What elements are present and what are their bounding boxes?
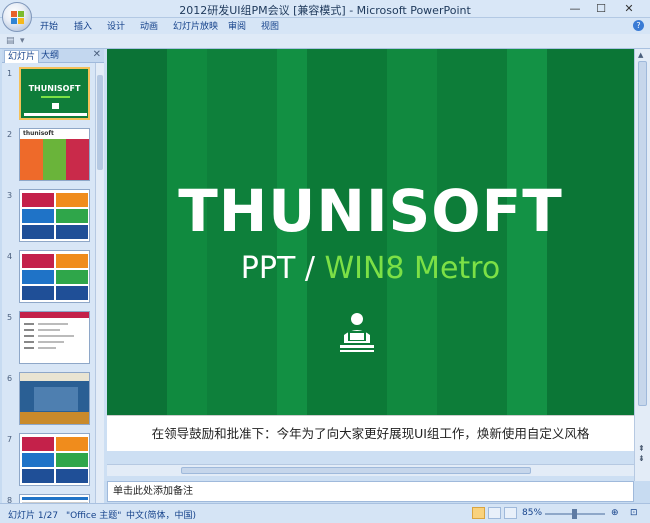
slide-counter: 幻灯片 1/27 — [8, 511, 59, 521]
subtitle-left: PPT / — [240, 251, 315, 286]
bg-stripe — [277, 49, 307, 451]
editor-horizontal-scrollbar[interactable] — [107, 464, 634, 476]
slide-number: 5 — [7, 313, 13, 322]
slide-subtitle: PPT / WIN8 Metro — [107, 251, 634, 286]
fit-window-icon[interactable]: ⊡ — [630, 508, 638, 518]
subtitle-accent: WIN8 Metro — [324, 251, 501, 286]
slide-sorter-button[interactable] — [488, 507, 501, 519]
bg-stripe — [387, 49, 437, 451]
bg-stripe — [507, 49, 547, 451]
tab-outline[interactable]: 大纲 — [38, 50, 62, 63]
slide-thumbnail[interactable] — [19, 311, 90, 364]
tab-design[interactable]: 设计 — [107, 19, 125, 32]
customize-arrow-icon[interactable]: ▾ — [20, 36, 30, 46]
slide-thumbnail[interactable] — [19, 250, 90, 303]
tab-animation[interactable]: 动画 — [140, 19, 158, 32]
slide-editor: THUNISOFT PPT / WIN8 Metro 在领导鼓励和批准下：今年为… — [104, 49, 650, 481]
thumbnail-list: 1 THUNISOFT 2 thunisoft 3 4 5 6 7 8 — [2, 63, 94, 503]
slide-number: 8 — [7, 496, 13, 503]
bg-stripe — [107, 49, 167, 451]
help-icon[interactable]: ? — [633, 20, 644, 31]
folder-icon[interactable]: ▤ — [6, 36, 16, 46]
slide-thumbnail[interactable]: thunisoft — [19, 128, 90, 181]
theme-name: "Office 主题" — [66, 511, 122, 521]
scrollbar-thumb[interactable] — [97, 75, 103, 170]
red-block — [66, 139, 89, 180]
slide-thumbnail[interactable]: THUNISOFT — [19, 67, 90, 120]
thumbnail-scrollbar[interactable] — [95, 63, 104, 503]
slide-thumbnail[interactable] — [19, 372, 90, 425]
quick-access-toolbar: ▤ ▾ — [0, 34, 650, 49]
scroll-up-icon[interactable]: ▲ — [638, 51, 643, 59]
minimize-button[interactable]: — — [562, 1, 588, 16]
bg-stripe — [437, 49, 507, 451]
bg-stripe — [167, 49, 207, 451]
slide-thumbnail[interactable] — [19, 189, 90, 242]
slide-caption: 在领导鼓励和批准下：今年为了向大家更好展现UI组工作，焕新使用自定义风格 — [107, 415, 634, 451]
bg-stripe — [207, 49, 277, 451]
tab-view[interactable]: 视图 — [261, 19, 279, 32]
thumbnail-title: THUNISOFT — [28, 84, 81, 93]
office-logo-icon — [11, 11, 24, 24]
slide-number: 4 — [7, 252, 13, 261]
reader-icon — [340, 313, 374, 352]
window-controls: — ☐ ✕ — [562, 1, 644, 16]
bg-stripe — [307, 49, 387, 451]
zoom-level[interactable]: 85% — [522, 508, 542, 518]
language-indicator[interactable]: 中文(简体，中国) — [126, 508, 196, 521]
window-title: 2012研发UI组PM会议 [兼容模式] - Microsoft PowerPo… — [179, 4, 471, 17]
tab-slideshow[interactable]: 幻灯片放映 — [173, 19, 218, 32]
ribbon-tabs: 开始 插入 设计 动画 幻灯片放映 审阅 视图 ? — [0, 18, 650, 34]
thumbnail-decoration — [41, 96, 70, 98]
tab-insert[interactable]: 插入 — [74, 19, 92, 32]
editor-vertical-scrollbar[interactable]: ▲ ⇞ ⇟ — [634, 49, 650, 481]
powerpoint-window: 2012研发UI组PM会议 [兼容模式] - Microsoft PowerPo… — [0, 0, 650, 523]
panel-close-icon[interactable]: ✕ — [93, 49, 101, 60]
slide-number: 1 — [7, 69, 13, 78]
green-block — [43, 139, 66, 180]
reader-mini-icon — [52, 103, 59, 109]
status-bar: 幻灯片 1/27 "Office 主题" 中文(简体，中国) 85% ⊕ ⊡ — [0, 503, 650, 523]
slides-panel: 幻灯片 大纲 ✕ 1 THUNISOFT 2 thunisoft 3 4 5 6… — [2, 49, 104, 503]
tab-home[interactable]: 开始 — [40, 19, 58, 32]
orange-block — [20, 139, 43, 180]
maximize-button[interactable]: ☐ — [588, 1, 614, 16]
prev-slide-icon[interactable]: ⇞ — [638, 445, 645, 453]
slide-number: 2 — [7, 130, 13, 139]
title-bar: 2012研发UI组PM会议 [兼容模式] - Microsoft PowerPo… — [0, 0, 650, 18]
slide-thumbnail[interactable] — [19, 433, 90, 486]
thumbnail-title: thunisoft — [23, 130, 54, 137]
current-slide[interactable]: THUNISOFT PPT / WIN8 Metro — [107, 49, 634, 451]
zoom-knob[interactable] — [572, 509, 577, 519]
tab-slides[interactable]: 幻灯片 — [4, 50, 40, 63]
office-button[interactable] — [2, 2, 32, 32]
close-button[interactable]: ✕ — [614, 1, 644, 16]
slideshow-button[interactable] — [504, 507, 517, 519]
bg-stripe — [547, 49, 634, 451]
next-slide-icon[interactable]: ⇟ — [638, 455, 645, 463]
thumbnail-caption-bar — [24, 113, 87, 116]
notes-pane[interactable]: 单击此处添加备注 — [107, 481, 634, 502]
tab-review[interactable]: 审阅 — [228, 19, 246, 32]
zoom-in-icon[interactable]: ⊕ — [611, 508, 619, 518]
panel-tabs: 幻灯片 大纲 ✕ — [2, 49, 104, 63]
slide-number: 3 — [7, 191, 13, 200]
slide-number: 6 — [7, 374, 13, 383]
normal-view-button[interactable] — [472, 507, 485, 519]
slide-title: THUNISOFT — [178, 177, 563, 245]
scrollbar-thumb[interactable] — [181, 467, 531, 474]
scrollbar-thumb[interactable] — [638, 61, 647, 406]
slide-number: 7 — [7, 435, 13, 444]
slide-thumbnail[interactable] — [19, 494, 90, 503]
